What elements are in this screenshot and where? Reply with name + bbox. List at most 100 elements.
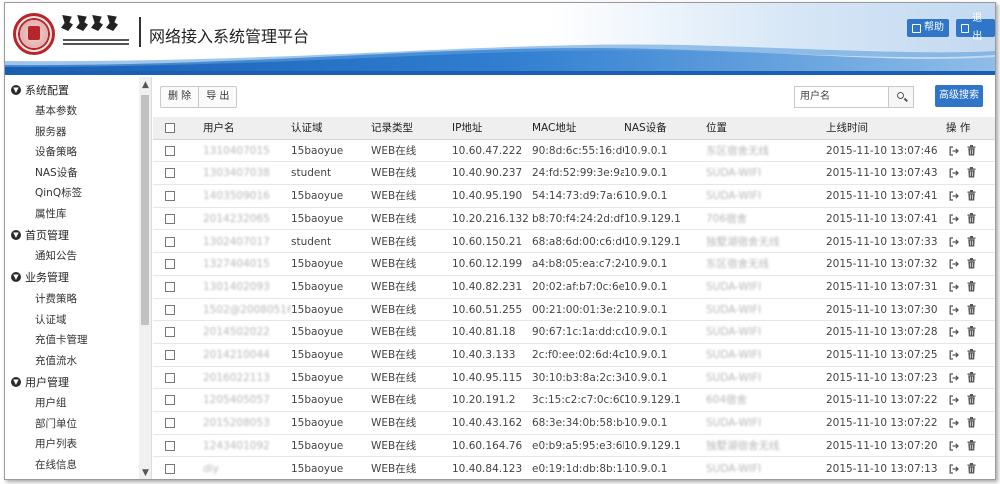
cell-domain: 15baoyue	[291, 371, 344, 384]
force-logout-icon[interactable]	[949, 282, 959, 292]
row-checkbox[interactable]	[165, 395, 175, 406]
delete-button[interactable]: 删 除	[161, 87, 198, 107]
trash-icon[interactable]	[967, 439, 976, 451]
sidebar-item[interactable]: 认证域	[35, 312, 67, 328]
trash-icon[interactable]	[967, 280, 976, 292]
search-button[interactable]	[888, 86, 914, 108]
row-checkbox[interactable]	[165, 463, 175, 474]
cell-online-time: 2015-11-10 13:07:20	[826, 439, 938, 452]
force-logout-icon[interactable]	[949, 350, 959, 360]
sidebar-item[interactable]: 用户列表	[35, 436, 77, 452]
sidebar-item[interactable]: 设备策略	[35, 144, 77, 160]
force-logout-icon[interactable]	[949, 214, 959, 224]
sidebar-item[interactable]: 服务器	[35, 124, 67, 140]
force-logout-icon[interactable]	[949, 441, 959, 451]
cell-record-type: WEB在线	[371, 190, 417, 203]
table-row[interactable]: 1403509016 15baoyue WEB在线 10.40.95.190 54:14…	[153, 185, 995, 208]
cell-ip: 10.20.216.132	[452, 212, 529, 225]
sidebar-item[interactable]: 充值流水	[35, 353, 77, 369]
sidebar-item[interactable]: 在线信息	[35, 457, 77, 473]
sidebar-item[interactable]: NAS设备	[35, 165, 78, 181]
table-row[interactable]: 1310407015 15baoyue WEB在线 10.60.47.222 90:8d…	[153, 140, 995, 163]
sidebar-item[interactable]: 充值卡管理	[35, 332, 88, 348]
logout-label: 退出	[972, 13, 983, 42]
table-row[interactable]: 2016022113 15baoyue WEB在线 10.40.95.115 30:10…	[153, 367, 995, 390]
sidebar-item[interactable]: 通知公告	[35, 248, 77, 264]
trash-icon[interactable]	[967, 144, 976, 156]
cell-ip: 10.60.164.76	[452, 439, 523, 452]
trash-icon[interactable]	[967, 349, 976, 360]
force-logout-icon[interactable]	[949, 191, 959, 201]
force-logout-icon[interactable]	[949, 418, 959, 428]
table-header-row: 用户名 认证域 记录类型 IP地址 MAC地址 NAS设备 位置 上线时间 操 作	[153, 117, 995, 140]
row-checkbox[interactable]	[165, 236, 175, 247]
trash-icon[interactable]	[967, 235, 976, 247]
sidebar-group-business-management[interactable]: ▼ 业务管理	[11, 268, 69, 286]
force-logout-icon[interactable]	[949, 327, 959, 337]
advanced-search-button[interactable]: 高级搜索	[935, 85, 983, 107]
force-logout-icon[interactable]	[949, 304, 959, 315]
row-checkbox[interactable]	[165, 168, 175, 179]
row-checkbox[interactable]	[165, 418, 175, 429]
trash-icon[interactable]	[967, 417, 976, 428]
sidebar-item[interactable]: 部门单位	[35, 416, 77, 432]
trash-icon[interactable]	[967, 462, 976, 474]
sidebar-item[interactable]: 属性库	[35, 206, 67, 222]
sidebar-scrollbar[interactable]: ▲ ▼	[139, 77, 151, 479]
sidebar-group-user-management[interactable]: ▼ 用户管理	[11, 373, 69, 391]
export-button[interactable]: 导 出	[198, 87, 236, 107]
row-checkbox[interactable]	[165, 440, 175, 451]
table-row[interactable]: 2015208053 15baoyue WEB在线 10.40.43.162 68:3e…	[153, 412, 995, 435]
table-row[interactable]: 1302407017 student WEB在线 10.60.150.21 68:a8:…	[153, 231, 995, 254]
force-logout-icon[interactable]	[949, 259, 959, 269]
force-logout-icon[interactable]	[949, 236, 959, 247]
trash-icon[interactable]	[967, 167, 976, 178]
table-row[interactable]: 1205405057 15baoyue WEB在线 10.20.191.2 3c:15:…	[153, 389, 995, 413]
scroll-down-icon[interactable]: ▼	[142, 468, 149, 478]
sidebar-item[interactable]: 计费策略	[35, 291, 77, 307]
select-all-checkbox[interactable]	[165, 123, 175, 133]
row-checkbox[interactable]	[165, 213, 175, 224]
app-header: 网络接入系统管理平台 帮助 退出	[5, 3, 995, 75]
table-row[interactable]: 2014502022 15baoyue WEB在线 10.40.81.18 90:67:…	[153, 321, 995, 344]
sidebar-item[interactable]: 基本参数	[35, 103, 77, 119]
trash-icon[interactable]	[967, 326, 976, 337]
row-checkbox[interactable]	[165, 191, 175, 202]
row-checkbox[interactable]	[165, 372, 175, 383]
table-row[interactable]: 1301402093 15baoyue WEB在线 10.40.82.231 20:02…	[153, 276, 995, 299]
sidebar-item[interactable]: 用户组	[35, 395, 67, 411]
trash-icon[interactable]	[967, 394, 976, 405]
row-checkbox[interactable]	[165, 304, 175, 315]
row-checkbox[interactable]	[165, 259, 175, 270]
table-row[interactable]: 1327404015 15baoyue WEB在线 10.60.12.199 a4:b8…	[153, 253, 995, 276]
table-row[interactable]: 1303407038 student WEB在线 10.40.90.237 24:fd:…	[153, 162, 995, 186]
trash-icon[interactable]	[967, 212, 976, 224]
row-checkbox[interactable]	[165, 145, 175, 156]
sidebar-group-home-management[interactable]: ▼ 首页管理	[11, 226, 69, 244]
username-search-input[interactable]: 用户名	[794, 86, 889, 108]
scrollbar-thumb[interactable]	[141, 95, 149, 325]
row-checkbox[interactable]	[165, 281, 175, 292]
table-row[interactable]: dly 15baoyue WEB在线 10.40.84.123 e0:19:1d:db:…	[153, 458, 995, 480]
cell-record-type: WEB在线	[371, 439, 417, 452]
table-row[interactable]: 2014232065 15baoyue WEB在线 10.20.216.132 b8:7…	[153, 208, 995, 231]
trash-icon[interactable]	[967, 258, 976, 269]
force-logout-icon[interactable]	[949, 395, 959, 406]
logout-button[interactable]: 退出	[956, 13, 995, 42]
trash-icon[interactable]	[967, 303, 976, 315]
force-logout-icon[interactable]	[949, 168, 959, 179]
trash-icon[interactable]	[967, 190, 976, 201]
sidebar-item[interactable]: QinQ标签	[35, 185, 82, 201]
force-logout-icon[interactable]	[949, 373, 959, 383]
row-checkbox[interactable]	[165, 327, 175, 338]
trash-icon[interactable]	[967, 371, 976, 383]
force-logout-icon[interactable]	[949, 463, 959, 474]
table-row[interactable]: 1243401092 15baoyue WEB在线 10.60.164.76 e0:b9…	[153, 435, 995, 458]
force-logout-icon[interactable]	[949, 146, 959, 156]
help-button[interactable]: 帮助	[907, 19, 949, 37]
scroll-up-icon[interactable]: ▲	[142, 80, 149, 90]
table-row[interactable]: 2014210044 15baoyue WEB在线 10.40.3.133 2c:f0:…	[153, 344, 995, 367]
row-checkbox[interactable]	[165, 350, 175, 360]
table-row[interactable]: 1502@20080516 15baoyue WEB在线 10.60.51.255 00…	[153, 299, 995, 322]
sidebar-group-system-config[interactable]: ▼ 系统配置	[11, 81, 69, 99]
